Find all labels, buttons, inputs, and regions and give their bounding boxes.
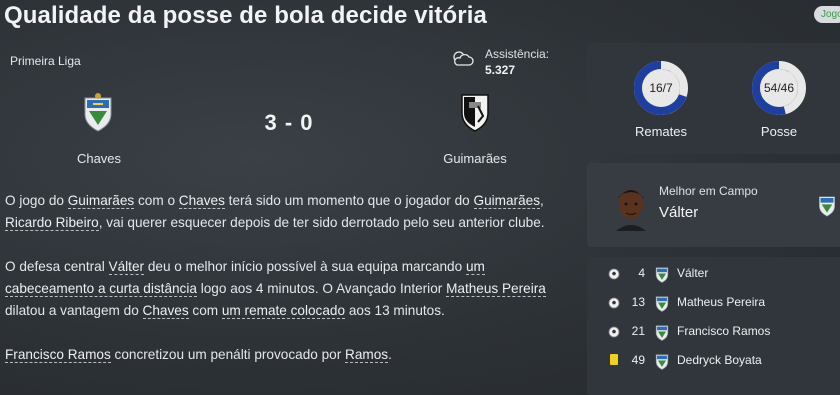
article-link[interactable]: Guimarães	[473, 193, 540, 209]
event-minute: 49	[631, 353, 645, 367]
possession-label: Posse	[760, 124, 798, 139]
avatar	[616, 189, 646, 231]
event-row[interactable]: 21 Francisco Ramos	[587, 321, 840, 343]
cloudy-icon	[453, 51, 474, 66]
chaves-crest-icon	[819, 196, 835, 217]
chaves-crest-icon	[655, 267, 669, 283]
page-title: Qualidade da posse de bola decide vitóri…	[4, 2, 487, 29]
stats-panel: 16/7 Remates 54/46 Posse	[587, 43, 840, 154]
chaves-crest-icon[interactable]	[81, 92, 115, 132]
article-text: O jogo do	[5, 193, 68, 208]
article-link[interactable]: Válter	[108, 259, 145, 275]
article-link[interactable]: Ramos	[345, 347, 389, 363]
article-link[interactable]: Chaves	[142, 303, 189, 319]
article-link[interactable]: Guimarães	[67, 193, 135, 209]
away-team-name[interactable]: Guimarães	[415, 151, 535, 166]
article-link[interactable]: um remate colocado	[221, 303, 346, 319]
chaves-crest-icon	[655, 354, 669, 370]
attendance-value: 5.327	[485, 63, 516, 77]
ball-icon	[608, 297, 620, 309]
event-player[interactable]: Francisco Ramos	[677, 324, 770, 338]
chaves-crest-icon	[655, 296, 669, 312]
motm-player-name[interactable]: Válter	[659, 204, 698, 221]
article-text: logo aos 4 minutos. O Avançado Interior	[196, 281, 447, 296]
home-team-name[interactable]: Chaves	[39, 151, 159, 166]
article-text: deu o melhor início possível à sua equip…	[144, 259, 466, 274]
status-badge[interactable]: Jogo	[814, 6, 840, 23]
chaves-crest-icon	[655, 325, 669, 341]
possession-value: 54/46	[763, 81, 795, 95]
event-row[interactable]: 4 Válter	[587, 263, 840, 285]
article-text: ,	[540, 193, 544, 208]
competition-label[interactable]: Primeira Liga	[10, 54, 81, 68]
guimaraes-crest-icon[interactable]	[458, 92, 492, 132]
article-text: .	[388, 347, 392, 362]
motm-title: Melhor em Campo	[659, 184, 758, 198]
article-paragraph: O defesa central Válter deu o melhor iní…	[5, 256, 565, 322]
event-player[interactable]: Matheus Pereira	[677, 295, 765, 309]
match-summary: Primeira Liga Assistência: 5.327 Chaves …	[0, 44, 580, 174]
article-text: aos 13 minutos.	[345, 303, 445, 318]
article-text: dilatou a vantagem do	[5, 303, 143, 318]
match-report: O jogo do Guimarães com o Chaves terá si…	[5, 190, 565, 388]
man-of-match-panel[interactable]: Melhor em Campo Válter	[587, 163, 840, 247]
article-link[interactable]: Matheus Pereira	[446, 281, 546, 297]
yellow-card-icon	[610, 354, 618, 365]
article-text: concretizou um penálti provocado por	[110, 347, 346, 362]
article-link[interactable]: Francisco Ramos	[5, 347, 111, 363]
event-minute: 21	[631, 324, 645, 338]
article-link[interactable]: Ricardo Ribeiro	[5, 215, 99, 231]
event-player[interactable]: Dedryck Boyata	[677, 353, 762, 367]
attendance-label: Assistência:	[485, 47, 550, 61]
event-player[interactable]: Válter	[677, 266, 708, 280]
article-paragraph: Francisco Ramos concretizou um penálti p…	[5, 344, 565, 366]
event-minute: 13	[631, 295, 645, 309]
match-events-panel: 4 Válter 13 Matheus Pereira 21 Francisco…	[587, 257, 840, 395]
event-minute: 4	[638, 266, 645, 280]
article-text: , vai querer esquecer depois de ter sido…	[98, 215, 545, 230]
article-text: O defesa central	[5, 259, 109, 274]
article-link[interactable]: Chaves	[178, 193, 225, 209]
ball-icon	[608, 326, 620, 338]
article-paragraph: O jogo do Guimarães com o Chaves terá si…	[5, 190, 565, 234]
article-text: terá sido um momento que o jogador do	[224, 193, 474, 208]
shots-label: Remates	[634, 124, 688, 139]
event-row[interactable]: 13 Matheus Pereira	[587, 292, 840, 314]
ball-icon	[608, 268, 620, 280]
event-row[interactable]: 49 Dedryck Boyata	[587, 350, 840, 372]
article-text: com o	[134, 193, 179, 208]
shots-value: 16/7	[649, 81, 673, 95]
match-score: 3 - 0	[264, 110, 314, 135]
article-text: com	[188, 303, 222, 318]
